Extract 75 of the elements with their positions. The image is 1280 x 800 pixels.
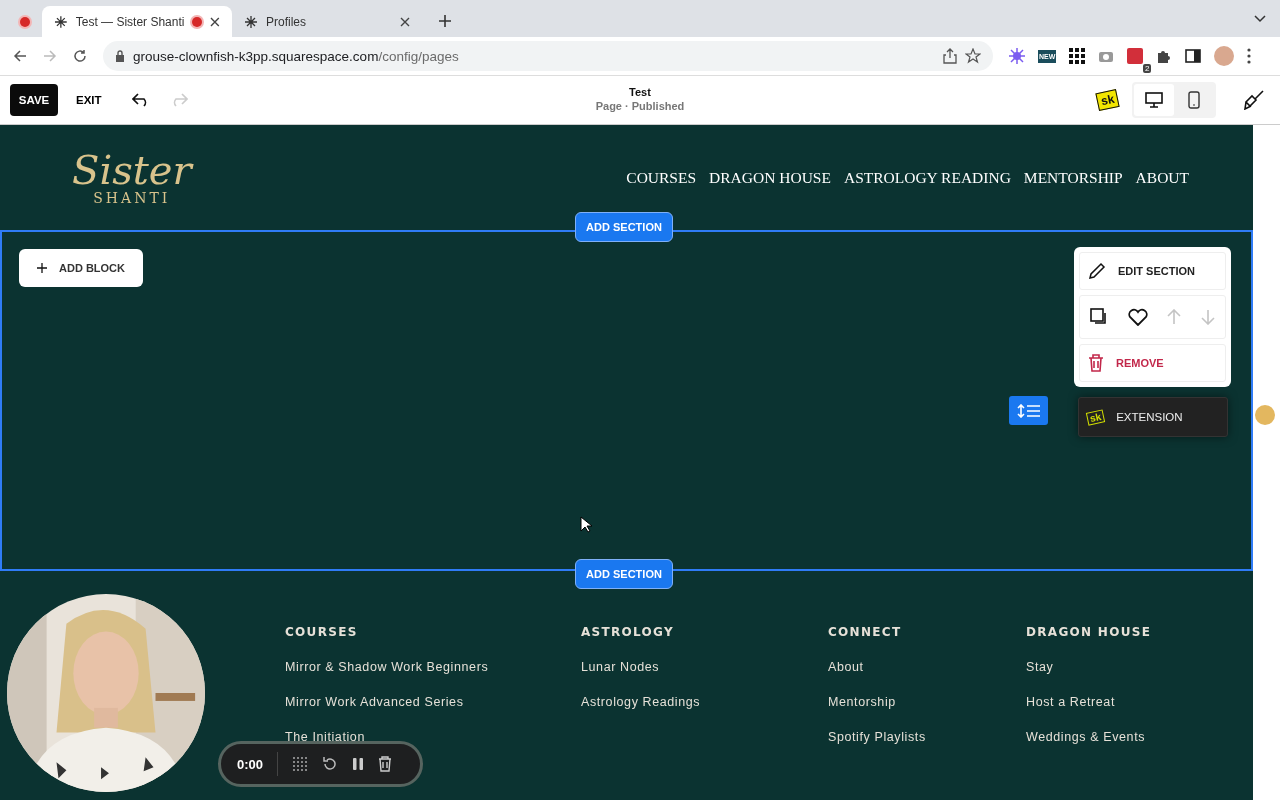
nav-link[interactable]: ABOUT (1135, 168, 1189, 187)
footer-link[interactable]: Stay (1026, 660, 1253, 674)
footer-link[interactable]: Astrology Readings (581, 695, 828, 709)
chevron-down-icon[interactable] (1254, 15, 1266, 23)
page-status: Page · Published (595, 100, 685, 112)
page-title: Test (629, 86, 651, 98)
nav-link[interactable]: ASTROLOGY READING (843, 168, 1011, 187)
footer-link[interactable]: Mirror & Shadow Work Beginners (285, 660, 581, 674)
nav-link[interactable]: DRAGON HOUSE (709, 168, 831, 187)
section-outline[interactable] (0, 230, 1253, 571)
duplicate-icon[interactable] (1089, 308, 1108, 326)
more-icon[interactable] (1247, 48, 1252, 64)
puzzle-icon[interactable] (1156, 48, 1173, 64)
plus-icon (37, 261, 47, 275)
star-icon (244, 14, 258, 29)
save-button[interactable]: SAVE (10, 84, 58, 116)
grid-icon[interactable] (1069, 48, 1086, 64)
edit-section-button[interactable]: EDIT SECTION (1079, 252, 1226, 290)
logo[interactable]: Sister SHANTI (72, 149, 192, 206)
dot-icon (1255, 405, 1275, 425)
bookmark-star-icon[interactable] (965, 48, 981, 64)
add-block-button[interactable]: ADD BLOCK (19, 249, 143, 287)
extension-icon[interactable] (1127, 48, 1144, 64)
back-icon[interactable] (13, 49, 27, 63)
remove-button[interactable]: REMOVE (1079, 344, 1226, 382)
lock-icon (115, 50, 125, 62)
address-bar[interactable]: grouse-clownfish-k3pp.squarespace.com/config/pages (103, 41, 993, 71)
monitor-icon (1145, 92, 1163, 108)
share-icon[interactable] (943, 48, 957, 64)
desktop-view-button[interactable] (1134, 84, 1174, 116)
sk-logo[interactable]: sk (1095, 89, 1120, 111)
pencil-icon (1088, 262, 1106, 280)
footer-heading: COURSES (285, 625, 359, 639)
nav-link[interactable]: COURSES (626, 168, 697, 187)
recording-icon (20, 16, 30, 27)
close-icon[interactable] (210, 16, 220, 27)
reload-icon[interactable] (73, 49, 87, 63)
trash-icon (1088, 354, 1104, 372)
exit-button[interactable]: EXIT (70, 93, 108, 107)
pause-icon[interactable] (352, 757, 365, 771)
add-section-button[interactable]: ADD SECTION (575, 559, 673, 589)
sun-icon[interactable] (1009, 48, 1025, 64)
footer-heading: CONNECT (828, 625, 903, 639)
close-icon[interactable] (400, 16, 410, 27)
phone-icon (1188, 91, 1200, 109)
recording-icon (192, 16, 203, 27)
footer-link[interactable]: Lunar Nodes (581, 660, 828, 674)
url-text: grouse-clownfish-k3pp.squarespace.com/config/pages (133, 48, 459, 64)
cursor-icon (580, 516, 592, 533)
recording-timer: 0:00 (237, 756, 264, 772)
paintbrush-icon[interactable] (1244, 90, 1264, 110)
footer-link[interactable]: Spotify Playlists (828, 730, 1026, 744)
star-icon (54, 14, 68, 29)
grid-dots-icon[interactable] (292, 756, 309, 772)
camera-icon[interactable] (1098, 49, 1115, 63)
footer-link[interactable]: Weddings & Events (1026, 730, 1253, 744)
footer-heading: ASTROLOGY (581, 625, 675, 639)
nav-link[interactable]: MENTORSHIP (1023, 168, 1123, 187)
add-section-button[interactable]: ADD SECTION (575, 212, 673, 242)
heart-icon[interactable] (1127, 308, 1148, 326)
footer-link[interactable]: The Initiation (285, 730, 581, 744)
extension-button[interactable]: sk EXTENSION (1078, 397, 1228, 437)
browser-tab[interactable]: Test — Sister Shanti (42, 6, 232, 37)
trash-icon[interactable] (378, 756, 393, 772)
side-panel-icon[interactable] (1185, 49, 1202, 63)
footer-link[interactable]: Mentorship (828, 695, 1026, 709)
plus-icon[interactable] (438, 14, 452, 28)
spacing-icon[interactable] (1009, 396, 1048, 425)
extension-badge: 2 (1142, 64, 1152, 73)
browser-tab[interactable]: Profiles (232, 6, 422, 37)
footer-link[interactable]: Mirror Work Advanced Series (285, 695, 581, 709)
footer-link[interactable]: About (828, 660, 1026, 674)
restart-icon[interactable] (322, 756, 339, 772)
footer-heading: DRAGON HOUSE (1026, 625, 1153, 639)
footer-link[interactable]: Host a Retreat (1026, 695, 1253, 709)
